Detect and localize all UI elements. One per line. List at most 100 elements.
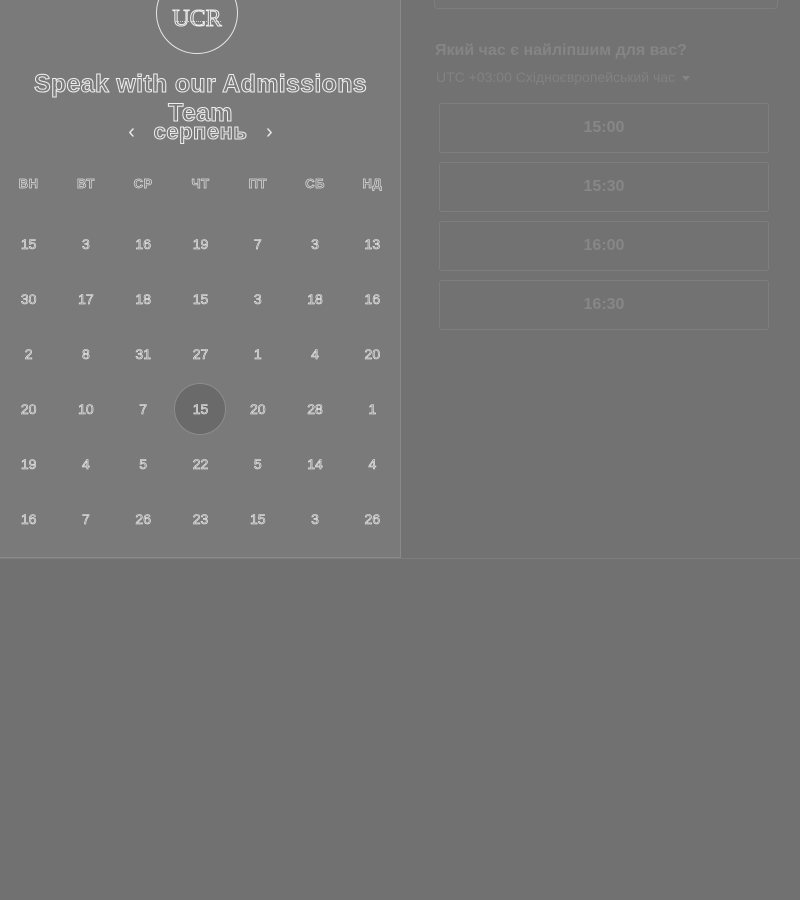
calendar-day-number: 20 — [20, 400, 37, 417]
time-slot-button[interactable]: 16:00 — [439, 221, 769, 271]
calendar-day[interactable]: 5 — [115, 436, 172, 491]
calendar-day[interactable]: 18 — [115, 271, 172, 326]
calendar-day[interactable]: 16 — [0, 491, 57, 546]
calendar-day-number: 20 — [364, 345, 381, 362]
calendar-day-number: 19 — [192, 235, 209, 252]
calendar-day-number: 28 — [307, 400, 323, 417]
timezone-dropdown[interactable]: UTC +03:00 Східноєвропейський час — [436, 69, 691, 85]
calendar-day[interactable]: 3 — [229, 271, 286, 326]
calendar-day-number: 20 — [249, 400, 266, 417]
calendar-day-number: 19 — [20, 455, 37, 472]
time-slot-button[interactable]: 15:30 — [439, 162, 769, 212]
calendar-day-number: 10 — [78, 400, 94, 417]
calendar-day-number: 15 — [20, 235, 37, 252]
calendar-day[interactable]: 15 — [229, 491, 286, 546]
calendar-day[interactable]: 7 — [229, 216, 286, 271]
calendar-day-number: 7 — [139, 400, 148, 417]
calendar-day-number: 3 — [82, 235, 90, 252]
calendar-day[interactable]: 16 — [115, 216, 172, 271]
time-slot-list: 15:00 15:30 16:00 16:30 — [439, 103, 769, 339]
calendar-day-number: 1 — [368, 400, 377, 417]
calendar-day-number: 7 — [253, 235, 262, 252]
calendar-day-number: 7 — [82, 510, 90, 527]
weekday-header: ВН ВТ СР ЧТ ПТ СБ НД — [0, 176, 401, 192]
calendar-day[interactable]: 28 — [286, 381, 343, 436]
calendar-day[interactable]: 20 — [229, 381, 286, 436]
timezone-label: UTC +03:00 Східноєвропейський час — [436, 69, 676, 85]
calendar-day-number: 23 — [192, 510, 209, 527]
calendar-day-number: 4 — [82, 455, 90, 472]
calendar-day-number: 30 — [20, 290, 37, 307]
calendar-day[interactable]: 5 — [229, 436, 286, 491]
calendar-day[interactable]: 7 — [115, 381, 172, 436]
weekday-label: СР — [133, 176, 153, 192]
weekday-label: НД — [362, 176, 383, 192]
calendar-day-number: 4 — [368, 455, 377, 472]
time-slot-button[interactable]: 15:00 — [439, 103, 769, 153]
calendar-day[interactable]: 15 — [172, 271, 229, 326]
weekday-label: ВН — [18, 176, 39, 192]
time-question: Який час є найліпшим для вас? — [435, 42, 687, 59]
calendar-day[interactable]: 3 — [286, 491, 343, 546]
scheduler-area: UCR Speak with our Admissions Team ‹ сер… — [0, 0, 800, 559]
calendar-day-number: 17 — [78, 290, 94, 307]
calendar-day[interactable]: 14 — [286, 436, 343, 491]
top-input-bar — [434, 0, 778, 9]
calendar-day-number: 5 — [139, 455, 148, 472]
calendar-day[interactable]: 4 — [344, 436, 401, 491]
calendar-day-number: 8 — [82, 345, 90, 362]
logo-subtext-line — [175, 21, 221, 24]
calendar-day[interactable]: 16 — [344, 271, 401, 326]
calendar-day-number: 13 — [364, 235, 381, 252]
logo-text: UCR — [172, 5, 222, 32]
calendar-day-number: 3 — [311, 510, 319, 527]
calendar-day[interactable]: 15 — [0, 216, 57, 271]
calendar-day[interactable]: 23 — [172, 491, 229, 546]
calendar-day[interactable]: 26 — [344, 491, 401, 546]
calendar-day[interactable]: 10 — [57, 381, 114, 436]
calendar-day[interactable]: 1 — [344, 381, 401, 436]
calendar-day[interactable]: 4 — [286, 326, 343, 381]
calendar-day-number: 2 — [24, 345, 33, 362]
calendar-day-number: 31 — [135, 345, 151, 362]
time-slot-button[interactable]: 16:30 — [439, 280, 769, 330]
calendar-day[interactable]: 4 — [57, 436, 114, 491]
calendar-day-number: 14 — [307, 455, 323, 472]
calendar-day[interactable]: 19 — [0, 436, 57, 491]
calendar-day[interactable]: 27 — [172, 326, 229, 381]
page: UCR Speak with our Admissions Team ‹ сер… — [0, 0, 800, 900]
calendar-day[interactable]: 18 — [286, 271, 343, 326]
calendar-day[interactable]: 20 — [344, 326, 401, 381]
calendar-day[interactable]: 31 — [115, 326, 172, 381]
weekday-label: ПТ — [248, 176, 267, 192]
calendar-grid: 15 3 16 19 7 3 13 30 17 18 15 3 18 16 2 8 31 27 1 4 20 20 10 7 1… — [0, 216, 401, 546]
weekday-label: ЧТ — [191, 176, 210, 192]
month-navigation: ‹ серпень › — [0, 116, 401, 148]
chevron-right-icon[interactable]: › — [257, 122, 281, 142]
calendar-day[interactable]: 30 — [0, 271, 57, 326]
calendar-day-number: 16 — [135, 235, 151, 252]
calendar-day[interactable]: 3 — [286, 216, 343, 271]
calendar-day[interactable]: 8 — [57, 326, 114, 381]
caret-down-icon — [682, 75, 691, 81]
calendar-day-number: 18 — [135, 290, 151, 307]
calendar-day[interactable]: 19 — [172, 216, 229, 271]
calendar-day-number: 27 — [192, 345, 209, 362]
calendar-day[interactable]: 22 — [172, 436, 229, 491]
calendar-day-number: 18 — [307, 290, 323, 307]
calendar-day-number: 1 — [253, 345, 262, 362]
calendar-panel: UCR Speak with our Admissions Team ‹ сер… — [0, 0, 401, 558]
chevron-left-icon[interactable]: ‹ — [120, 122, 144, 142]
calendar-day[interactable]: 17 — [57, 271, 114, 326]
calendar-day-selected[interactable]: 15 — [172, 381, 229, 436]
calendar-day[interactable]: 3 — [57, 216, 114, 271]
calendar-day[interactable]: 20 — [0, 381, 57, 436]
calendar-day-number: 3 — [253, 290, 262, 307]
calendar-day[interactable]: 13 — [344, 216, 401, 271]
calendar-day[interactable]: 7 — [57, 491, 114, 546]
calendar-day-number: 26 — [364, 510, 381, 527]
calendar-day[interactable]: 26 — [115, 491, 172, 546]
calendar-day-number: 4 — [311, 345, 319, 362]
calendar-day[interactable]: 2 — [0, 326, 57, 381]
calendar-day[interactable]: 1 — [229, 326, 286, 381]
